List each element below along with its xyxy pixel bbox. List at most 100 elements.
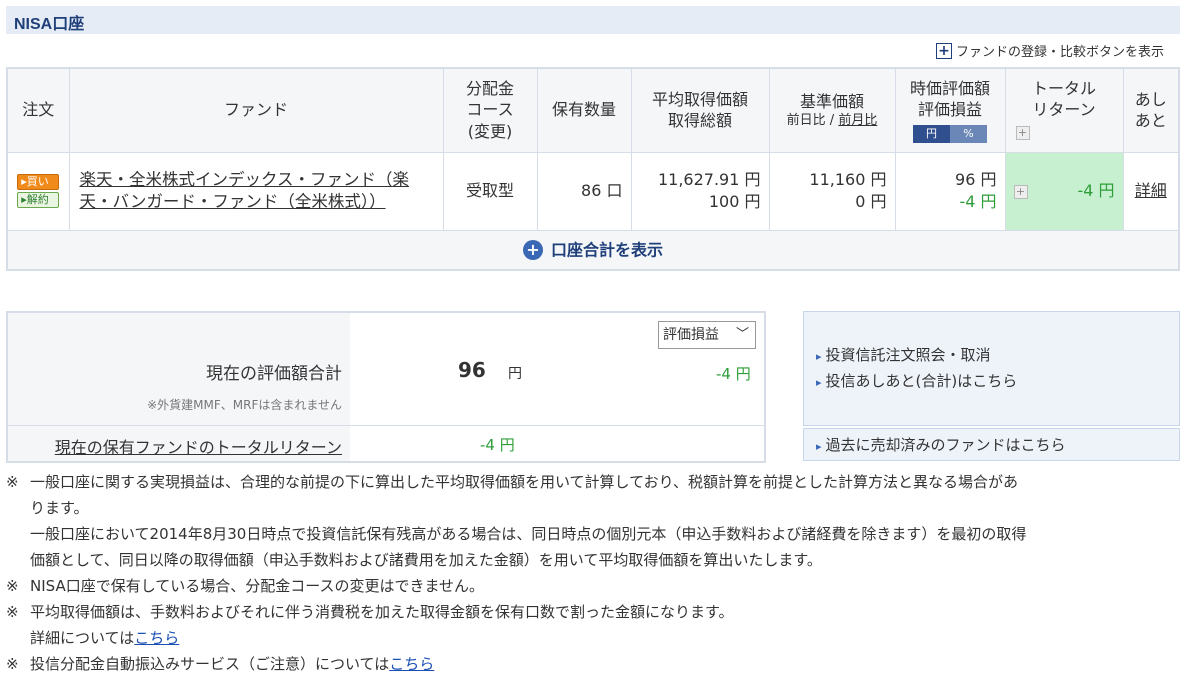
buy-button[interactable]: ▸買い [17,174,60,190]
arrow-icon: ▸ [816,376,822,389]
header-nav-compare: 前日比 / 前月比 [770,112,895,130]
header-course-line2: コース [466,100,514,120]
header-total-return: トータル リターン + [1004,67,1124,153]
order-inquiry-link[interactable]: ▸ 投資信託注文照会・取消 [816,344,991,365]
account-total-row: + 口座合計を表示 [6,229,1180,271]
note-1: ※ 一般口座に関する実現損益は、合理的な前提の下に算出した平均取得価額を用いて計… [6,469,1186,495]
note-3: ※ 平均取得価額は、手数料およびそれに伴う消費税を加えた取得金額を保有口数で割っ… [6,599,1186,625]
header-mv-line2: 評価損益 [917,100,982,120]
header-course-line3: (変更) [467,122,513,142]
order-cell: ▸買い ▸解約 [6,151,70,231]
header-course-line1: 分配金 [465,78,514,98]
header-avg-line1: 平均取得価額 [651,89,748,109]
total-return-value: -4 円 [1077,181,1115,201]
header-history: あし あと [1122,67,1180,153]
note-mark: ※ [6,577,19,595]
history-label: 投信あしあと(合計)はこちら [825,372,1018,390]
expand-icon[interactable]: + [1015,125,1030,140]
nav-value: 11,160 円 [809,170,887,190]
history-link[interactable]: ▸ 投信あしあと(合計)はこちら [816,370,1017,391]
note-1-line1: 一般口座に関する実現損益は、合理的な前提の下に算出した平均取得価額を用いて計算し… [30,473,1019,491]
note-4-text: 投信分配金自動振込みサービス（ご注意）については [30,655,390,673]
unit-toggle: 円 % [913,124,987,143]
detail-cell: 詳細 [1122,151,1180,231]
note-1-line3: 一般口座において2014年8月30日時点で投資信託保有残高がある場合は、同日時点… [30,525,1027,543]
header-hist-line1: あし [1134,89,1167,109]
note-3-text: 平均取得価額は、手数料およびそれに伴う消費税を加えた取得金額を保有口数で割った金… [30,603,734,621]
past-sold-label: 過去に売却済みのファンドはこちら [825,436,1066,454]
links-box: ▸ 投資信託注文照会・取消 ▸ 投信あしあと(合計)はこちら [803,311,1180,426]
header-avg: 平均取得価額 取得総額 [630,67,770,153]
header-nav: 基準価額 前日比 / 前月比 [768,67,896,153]
note-3-detail-text: 詳細については [30,629,135,647]
detail-link[interactable]: 詳細 [1135,181,1167,200]
fund-cell: 楽天・全米株式インデックス・ファンド（楽天・バンガード・ファンド（全米株式）） [68,151,444,231]
sell-button[interactable]: ▸解約 [17,192,60,208]
prev-day-toggle[interactable]: 前日比 [787,113,826,128]
sell-label: 解約 [26,193,49,206]
note-3-detail: 詳細についてはこちら [6,625,1186,651]
unit-yen-button[interactable]: 円 [913,124,950,143]
total-return-cell: + -4 円 [1004,151,1124,231]
buy-label: 買い [26,175,49,188]
total-return-link[interactable]: 現在の保有ファンドのトータルリターン [55,434,342,458]
prev-month-toggle[interactable]: 前月比 [838,113,877,128]
arrow-icon: ▸ [816,350,822,363]
section-header: NISA口座 [6,6,1180,34]
profit-loss: -4 円 [959,192,997,211]
separator: / [825,113,839,129]
header-course: 分配金 コース (変更) [442,67,538,153]
header-order: 注文 [6,67,70,153]
header-market-value: 時価評価額 評価損益 円 % [894,67,1006,153]
plus-icon: + [935,42,952,59]
header-qty: 保有数量 [536,67,632,153]
nav-cell: 11,160 円 0 円 [768,151,896,231]
header-fund: ファンド [68,67,444,153]
arrow-icon: ▸ [816,440,822,453]
total-return-value-area: -4 円 [350,425,764,461]
summary-value: 96 [458,358,486,382]
note-mark: ※ [6,655,19,673]
metric-select[interactable]: 評価損益 ﹀ [658,321,756,349]
account-total-cell[interactable]: + 口座合計を表示 [6,229,1180,271]
header-tr-line1: トータル [1031,78,1096,98]
market-value: 96 円 [955,170,997,190]
market-value-cell: 96 円 -4 円 [894,151,1006,231]
header-hist-line2: あと [1134,111,1167,131]
qty-cell: 86 口 [536,151,632,231]
summary-title: 現在の評価額合計 [206,364,342,384]
header-mv-line1: 時価評価額 [909,78,990,98]
avg-price: 11,627.91 円 [657,170,761,190]
note-4-body: 投信分配金自動振込みサービス（ご注意）についてはこちら [30,651,434,675]
summary-label-area: 現在の評価額合計 ※外貨建MMF、MRFは含まれません [8,313,350,425]
header-avg-line2: 取得総額 [667,111,732,131]
unit-pct-button[interactable]: % [950,124,987,143]
note-4: ※ 投信分配金自動振込みサービス（ご注意）についてはこちら [6,651,1186,675]
avg-cell: 11,627.91 円 100 円 [630,151,770,231]
note-2-text: NISA口座で保有している場合、分配金コースの変更はできません。 [30,577,485,595]
order-inquiry-label: 投資信託注文照会・取消 [825,346,991,364]
nav-change: 0 円 [855,192,887,211]
section-title: NISA口座 [14,16,85,33]
note-2: ※ NISA口座で保有している場合、分配金コースの変更はできません。 [6,573,1186,599]
summary-profit-loss: -4 円 [716,365,751,383]
fund-name-link[interactable]: 楽天・全米株式インデックス・ファンド（楽天・バンガード・ファンド（全米株式）） [80,170,410,211]
total-return-summary-value: -4 円 [480,436,515,454]
toggle-label: ファンドの登録・比較ボタンを表示 [955,45,1164,60]
show-compare-buttons-toggle[interactable]: + ファンドの登録・比較ボタンを表示 [935,41,1164,60]
note-1-line2: ります。 [30,499,89,517]
header-nav-line1: 基準価額 [799,91,864,111]
summary-box: 現在の評価額合計 ※外貨建MMF、MRFは含まれません 評価損益 ﹀ 96 円 … [6,311,766,463]
chevron-down-icon: ﹀ [735,327,749,342]
table-header-row: 注文 ファンド 分配金 コース (変更) 保有数量 平均取得価額 取得総額 基準… [6,67,1180,153]
header-tr-line2: リターン [1032,100,1096,120]
summary-unit: 円 [508,366,522,382]
metric-select-value: 評価損益 [663,327,719,343]
expand-icon[interactable]: + [1013,184,1028,199]
past-sold-box: ▸ 過去に売却済みのファンドはこちら [803,428,1180,461]
note-4-link[interactable]: こちら [389,655,434,673]
note-1-line4: 価額として、同日以降の取得価額（申込手数料および諸費用を加えた金額）を用いて平均… [30,551,822,569]
note-3-link[interactable]: こちら [134,629,179,647]
summary-note: ※外貨建MMF、MRFは含まれません [147,398,342,412]
past-sold-link[interactable]: ▸ 過去に売却済みのファンドはこちら [816,434,1066,455]
